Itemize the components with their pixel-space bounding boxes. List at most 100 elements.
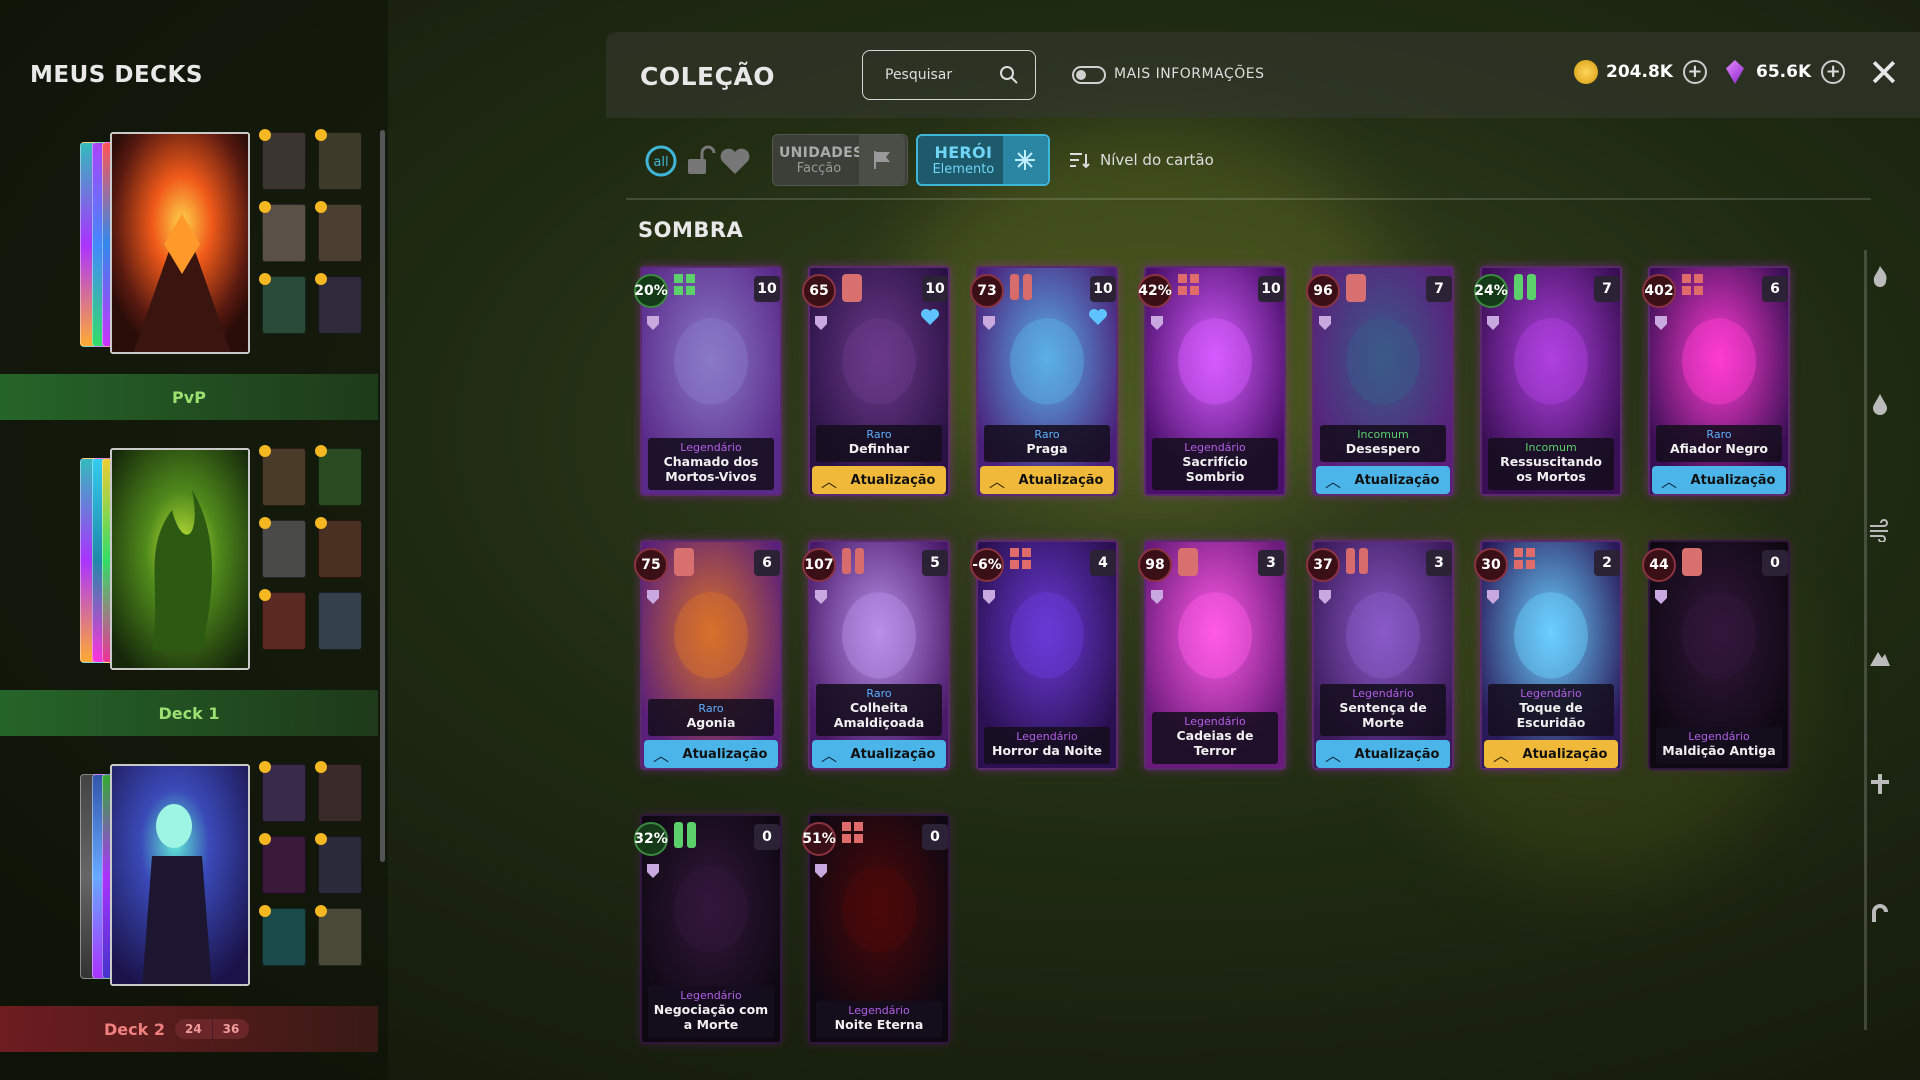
card-rarity: Legendário <box>1520 686 1582 700</box>
card-rarity: Raro <box>1034 428 1060 442</box>
sort-by-level[interactable]: Nível do cartão <box>1068 150 1214 170</box>
shield-icon <box>980 588 998 606</box>
section-title-shadow: SOMBRA <box>638 218 744 242</box>
collection-card[interactable]: 20% 10 Legendário Chamado dos Mortos-Vivos <box>634 266 782 496</box>
unit-thumb[interactable] <box>315 905 362 966</box>
deck-label-bar[interactable]: Deck 1 <box>0 690 378 736</box>
decks-scrollbar[interactable] <box>380 130 385 862</box>
collection-card[interactable]: 402 6 Raro Afiador Negro ︿ Atualização <box>1642 266 1790 496</box>
unit-thumb[interactable] <box>259 761 306 822</box>
upgrade-label: Atualização <box>1690 472 1776 488</box>
upgrade-button[interactable]: ︿ Atualização <box>812 740 946 768</box>
card-name: Toque de Escuridão <box>1516 699 1586 731</box>
water-icon[interactable] <box>1868 392 1892 416</box>
shield-icon <box>1652 314 1670 332</box>
card-name-plate: Raro Praga <box>984 425 1110 462</box>
upgrade-button[interactable]: ︿ Atualização <box>1316 466 1450 494</box>
add-gold-button[interactable]: + <box>1682 60 1707 84</box>
deck-card-count: 24 36 <box>174 1019 250 1039</box>
card-name-plate: Legendário Maldição Antiga <box>1656 727 1782 764</box>
deck-thumbnails <box>259 445 362 650</box>
hero-element-filter[interactable]: HERÓI Elemento <box>916 134 1050 186</box>
unit-thumb[interactable] <box>315 129 362 190</box>
unit-thumb[interactable] <box>259 201 306 262</box>
favorite-heart-icon[interactable] <box>1088 308 1108 326</box>
upgrade-button[interactable]: ︿ Atualização <box>1652 466 1786 494</box>
collection-card[interactable]: 37 3 Legendário Sentença de Morte ︿ Atualizaç… <box>1306 540 1454 770</box>
upgrade-button[interactable]: ︿ Atualização <box>1316 740 1450 768</box>
card-level-badge: 0 <box>754 824 780 850</box>
unit-thumb[interactable] <box>315 273 362 334</box>
deck-pvp[interactable]: PvP <box>0 122 378 437</box>
upgrade-label: Atualização <box>1018 472 1104 488</box>
unit-thumb[interactable] <box>259 905 306 966</box>
card-name: Negociação com a Morte <box>653 1001 769 1033</box>
wind-icon[interactable] <box>1868 518 1892 542</box>
chevron-up-icon: ︿ <box>1660 472 1677 491</box>
upgrade-button[interactable]: ︿ Atualização <box>980 466 1114 494</box>
collection-card[interactable]: 30 2 Legendário Toque de Escuridão ︿ Atualiza… <box>1474 540 1622 770</box>
card-rarity: Legendário <box>1016 730 1078 744</box>
upgrade-button[interactable]: ︿ Atualização <box>812 466 946 494</box>
gold-amount: 204.8K <box>1606 62 1673 82</box>
more-info-toggle[interactable] <box>1072 66 1106 84</box>
deck-2[interactable]: Deck 2 24 36 <box>0 754 378 1069</box>
deck-1[interactable]: Deck 1 <box>0 438 378 753</box>
unit-thumb[interactable] <box>315 201 362 262</box>
unit-thumb[interactable] <box>259 589 306 650</box>
unit-thumb[interactable] <box>259 517 306 578</box>
unit-thumb[interactable] <box>259 833 306 894</box>
grid-indicator-icon <box>1682 274 1703 295</box>
units-faction-filter[interactable]: UNIDADES Facção <box>772 134 908 186</box>
collection-card[interactable]: -6% 4 Legendário Horror da Noite <box>970 540 1118 770</box>
collection-card[interactable]: 51% 0 Legendário Noite Eterna <box>802 814 950 1044</box>
unit-thumb[interactable] <box>315 761 362 822</box>
unit-thumb[interactable] <box>259 273 306 334</box>
card-type-indicator <box>674 822 696 848</box>
close-button[interactable]: ✕ <box>1868 54 1900 92</box>
card-name-plate: Raro Colheita Amaldiçoada <box>816 683 942 736</box>
favorite-filter-icon[interactable] <box>718 144 752 178</box>
single-bar-indicator-icon <box>674 548 694 576</box>
upgrade-button[interactable]: ︿ Atualização <box>1484 740 1618 768</box>
deck-label-bar[interactable]: Deck 2 24 36 <box>0 1006 378 1052</box>
bar-indicator-icon <box>1359 548 1368 574</box>
collection-card[interactable]: 42% 10 Legendário Sacrifício Sombrio <box>1138 266 1286 496</box>
deck-label-bar[interactable]: PvP <box>0 374 378 420</box>
fire-icon[interactable] <box>1868 264 1892 288</box>
collection-card[interactable]: 65 10 Raro Definhar ︿ Atualização <box>802 266 950 496</box>
collection-card[interactable]: 24% 7 Incomum Ressuscitando os Mortos <box>1474 266 1622 496</box>
card-rarity: Incomum <box>1357 428 1409 442</box>
favorite-heart-icon[interactable] <box>920 308 940 326</box>
unlocked-filter-icon[interactable] <box>682 144 716 178</box>
collection-card[interactable]: 107 5 Raro Colheita Amaldiçoada ︿ Atualização <box>802 540 950 770</box>
unit-thumb[interactable] <box>259 445 306 506</box>
collection-card[interactable]: 44 0 Legendário Maldição Antiga <box>1642 540 1790 770</box>
more-info-label: MAIS INFORMAÇÕES <box>1114 66 1265 82</box>
unit-thumb[interactable] <box>259 129 306 190</box>
add-gems-button[interactable]: + <box>1821 60 1846 84</box>
shadow-icon[interactable] <box>1868 900 1892 924</box>
light-icon[interactable] <box>1868 772 1892 796</box>
upgrade-label: Atualização <box>1354 746 1440 762</box>
collection-card[interactable]: 73 10 Raro Praga ︿ Atualização <box>970 266 1118 496</box>
card-type-indicator <box>1010 274 1032 300</box>
collection-card[interactable]: 75 6 Raro Agonia ︿ Atualização <box>634 540 782 770</box>
upgrade-button[interactable]: ︿ Atualização <box>644 740 778 768</box>
card-type-indicator <box>1514 274 1536 300</box>
upgrade-label: Atualização <box>1354 472 1440 488</box>
card-type-indicator <box>1514 548 1535 569</box>
unit-thumb[interactable] <box>315 517 362 578</box>
collection-card[interactable]: 32% 0 Legendário Negociação com a Morte <box>634 814 782 1044</box>
earth-icon[interactable] <box>1868 646 1892 670</box>
unit-thumb[interactable] <box>315 833 362 894</box>
card-cost-badge: 96 <box>1306 274 1340 308</box>
card-level-badge: 6 <box>754 550 780 576</box>
search-input[interactable]: Pesquisar <box>862 50 1036 100</box>
unit-thumb[interactable] <box>315 445 362 506</box>
all-filter-icon[interactable]: all <box>644 144 678 178</box>
unit-thumb[interactable] <box>318 592 362 650</box>
card-name: Sentença de Morte <box>1339 699 1427 731</box>
collection-card[interactable]: 96 7 Incomum Desespero ︿ Atualização <box>1306 266 1454 496</box>
collection-card[interactable]: 98 3 Legendário Cadeias de Terror <box>1138 540 1286 770</box>
